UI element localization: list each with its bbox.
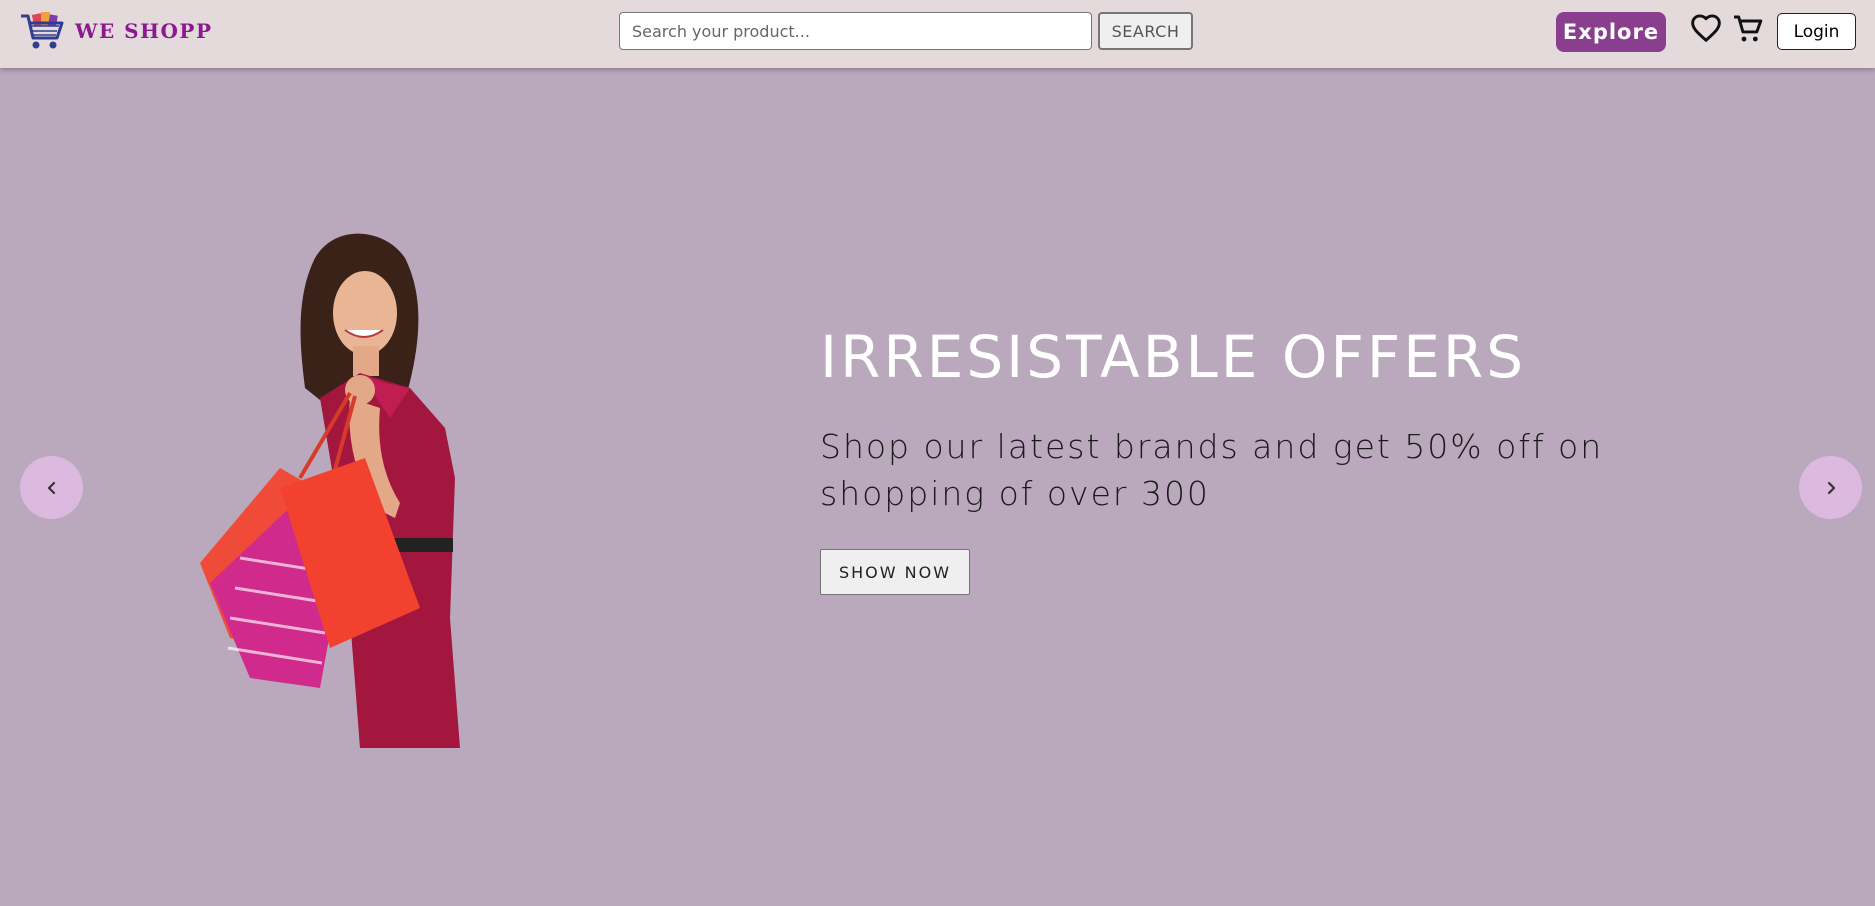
carousel-prev-button[interactable] xyxy=(20,456,83,519)
heart-icon[interactable] xyxy=(1690,13,1722,45)
chevron-left-icon xyxy=(47,481,55,494)
hero-title: IRRESISTABLE OFFERS xyxy=(820,323,1527,391)
carousel-next-button[interactable] xyxy=(1799,456,1862,519)
brand-logo[interactable]: WE SHOPP xyxy=(19,10,213,52)
top-navbar: WE SHOPP SEARCH Explore Login xyxy=(0,0,1875,68)
search-button[interactable]: SEARCH xyxy=(1098,12,1193,50)
cart-icon[interactable] xyxy=(1732,13,1764,45)
search-input[interactable] xyxy=(619,12,1092,50)
explore-button[interactable]: Explore xyxy=(1556,12,1666,52)
chevron-right-icon xyxy=(1827,481,1835,494)
shopping-cart-logo-icon xyxy=(21,12,64,49)
login-button[interactable]: Login xyxy=(1777,13,1856,50)
hero-woman-shopping-image xyxy=(200,233,460,748)
show-now-button[interactable]: SHOW NOW xyxy=(820,549,970,595)
brand-name: WE SHOPP xyxy=(75,19,213,43)
hero-subtitle: Shop our latest brands and get 50% off o… xyxy=(820,427,1604,513)
hero-carousel: IRRESISTABLE OFFERS Shop our latest bran… xyxy=(0,68,1875,906)
